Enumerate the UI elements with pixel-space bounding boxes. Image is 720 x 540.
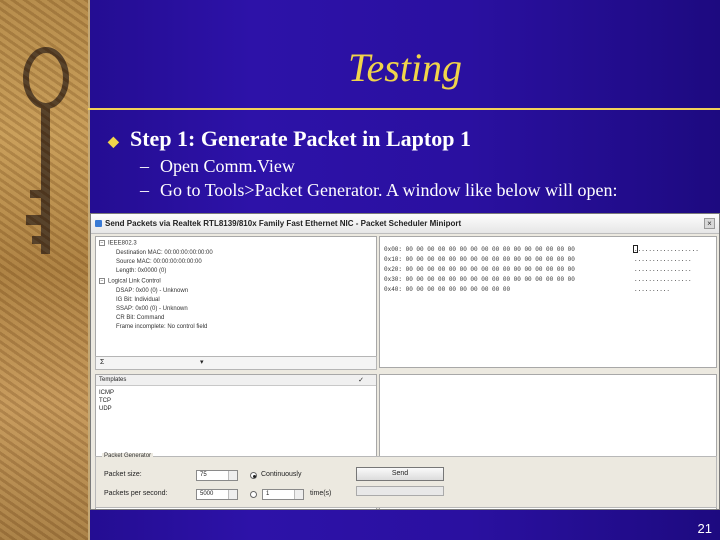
tree-node[interactable]: IG Bit: Individual [116, 297, 160, 303]
collapse-icon[interactable]: − [99, 278, 105, 284]
collapse-icon[interactable]: − [99, 240, 105, 246]
page-number: 21 [697, 521, 712, 536]
continuously-radio[interactable] [250, 472, 257, 479]
hex-row[interactable]: 0x20: 00 00 00 00 00 00 00 00 00 00 00 0… [384, 266, 575, 273]
packet-size-stepper[interactable]: 75 [196, 470, 238, 481]
send-button[interactable]: Send [356, 467, 444, 481]
packet-generator-window: Send Packets via Realtek RTL8139/810x Fa… [90, 213, 720, 510]
packet-size-label: Packet size: [104, 471, 142, 478]
main-bullet: ◆ Step 1: Generate Packet in Laptop 1 [108, 126, 471, 152]
sub-bullet-text: Go to Tools>Packet Generator. A window l… [160, 180, 618, 200]
tree-node[interactable]: Source MAC: 00:00:00:00:00:00 [116, 259, 202, 265]
packet-generator-legend: Packet Generator [102, 453, 154, 459]
tree-node[interactable]: Frame incomplete: No control field [116, 324, 207, 330]
send-progress-bar [356, 486, 444, 496]
tree-node[interactable]: DSAP: 0x00 (0) - Unknown [116, 288, 188, 294]
hex-row[interactable]: 0x40: 00 00 00 00 00 00 00 00 00 00 [384, 286, 510, 293]
tree-node[interactable]: − IEEE802.3 [99, 240, 137, 247]
times-stepper[interactable]: 1 [262, 489, 304, 500]
hex-row[interactable]: 0x10: 00 00 00 00 00 00 00 00 00 00 00 0… [384, 256, 575, 263]
tree-node[interactable]: Destination MAC: 00:00:00:00:00:00 [116, 250, 213, 256]
ascii-row[interactable]: ................ [634, 276, 692, 283]
tree-node[interactable]: − Logical Link Control [99, 278, 161, 285]
packet-generator-group: Packet Generator Packet size: 75 Packets… [95, 453, 717, 508]
template-item-icmp[interactable]: ICMP [99, 390, 114, 396]
chevron-down-icon[interactable]: ▾ [200, 358, 204, 366]
check-icon[interactable]: ✓ [358, 376, 364, 384]
formula-dropdown[interactable]: Σ ▾ [95, 356, 377, 370]
template-item-udp[interactable]: UDP [99, 406, 112, 412]
times-radio[interactable] [250, 491, 257, 498]
tree-node[interactable]: SSAP: 0x00 (0) - Unknown [116, 306, 188, 312]
ascii-row[interactable]: .......... [634, 286, 670, 293]
hex-row[interactable]: 0x30: 00 00 00 00 00 00 00 00 00 00 00 0… [384, 276, 575, 283]
dash-icon: – [140, 156, 149, 176]
slide-title: Testing [347, 45, 463, 90]
sub-bullet-2: – Go to Tools>Packet Generator. A window … [140, 180, 618, 201]
window-title: Send Packets via Realtek RTL8139/810x Fa… [105, 219, 462, 228]
hex-row[interactable]: 0x00: 00 00 00 00 00 00 00 00 00 00 00 0… [384, 246, 575, 253]
background-texture-strip [0, 0, 88, 540]
ascii-row[interactable]: ................ [634, 256, 692, 263]
templates-header[interactable]: Templates ✓ [96, 375, 376, 386]
close-icon[interactable]: × [704, 218, 715, 229]
pps-label: Packets per second: [104, 490, 168, 497]
times-label: time(s) [310, 490, 332, 497]
window-app-icon [95, 220, 102, 227]
tree-node[interactable]: CR Bit: Command [116, 315, 164, 321]
hex-editor-pane[interactable]: 0x00: 00 00 00 00 00 00 00 00 00 00 00 0… [379, 236, 717, 368]
title-divider [88, 108, 720, 110]
dash-icon: – [140, 180, 149, 200]
sub-bullet-text: Open Comm.View [160, 156, 295, 176]
sub-bullet-1: – Open Comm.View [140, 156, 295, 177]
slide: Testing ◆ Step 1: Generate Packet in Lapt… [0, 0, 720, 540]
ascii-row[interactable]: .................. [634, 246, 699, 253]
diamond-bullet-icon: ◆ [108, 135, 119, 150]
ascii-row[interactable]: ................ [634, 266, 692, 273]
window-titlebar[interactable]: Send Packets via Realtek RTL8139/810x Fa… [91, 214, 719, 234]
sigma-icon: Σ [100, 359, 105, 366]
packet-structure-tree[interactable]: − IEEE802.3 Destination MAC: 00:00:00:00:… [95, 236, 377, 368]
template-item-tcp[interactable]: TCP [99, 398, 111, 404]
antique-key-image [23, 47, 69, 254]
main-bullet-text: Step 1: Generate Packet in Laptop 1 [130, 126, 471, 151]
tree-node[interactable]: Length: 0x0000 (0) [116, 268, 166, 274]
continuously-label: Continuously [261, 471, 302, 478]
pps-stepper[interactable]: 5000 [196, 489, 238, 500]
